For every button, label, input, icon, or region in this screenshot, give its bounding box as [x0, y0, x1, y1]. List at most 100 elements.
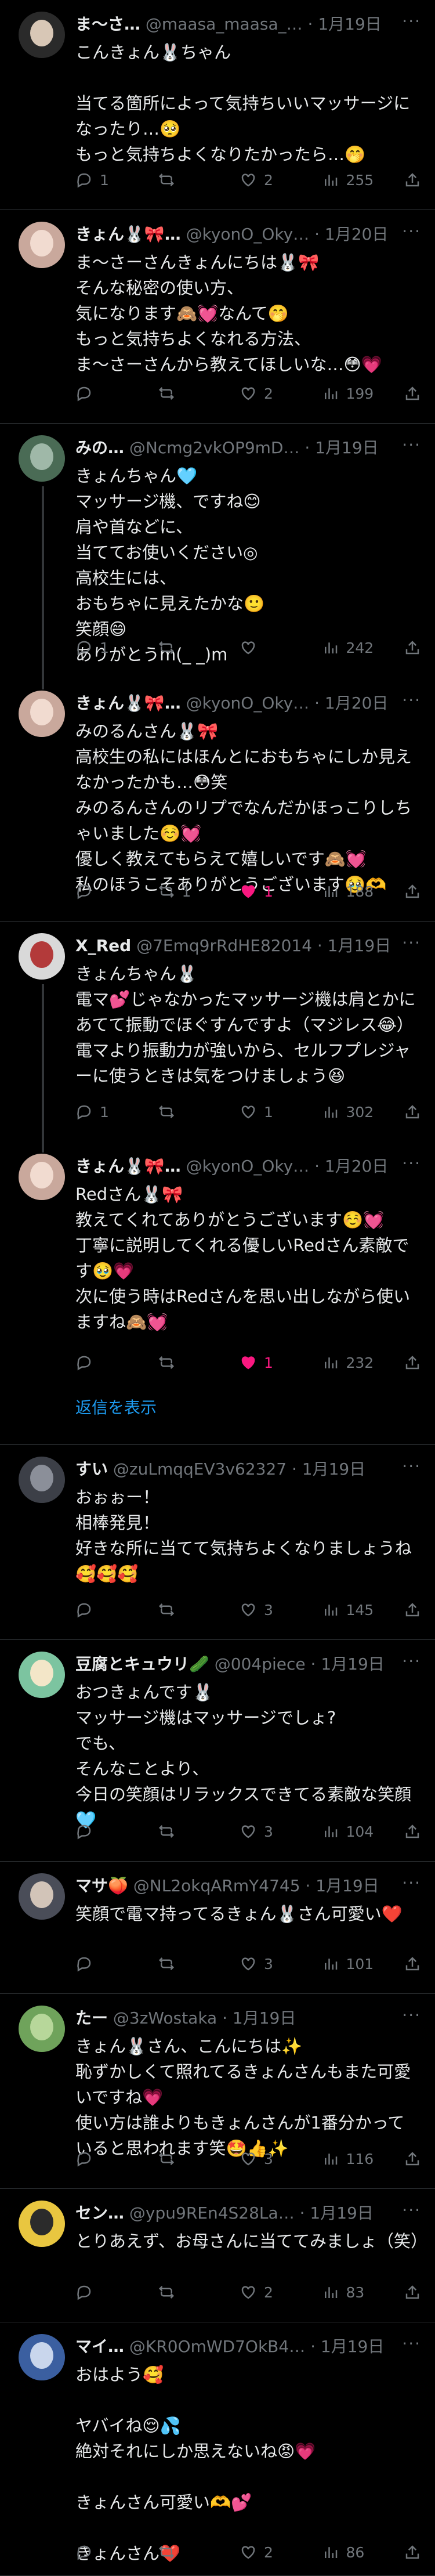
more-options-icon[interactable]: ··· — [402, 222, 421, 241]
share-button[interactable] — [404, 1601, 421, 1618]
avatar[interactable] — [19, 2334, 65, 2380]
post-date[interactable]: 1月19日 — [328, 936, 391, 955]
reply-button[interactable] — [75, 1354, 158, 1371]
retweet-button[interactable]: 1 — [158, 883, 240, 900]
more-options-icon[interactable]: ··· — [402, 691, 421, 710]
reply-tweet[interactable]: マサ🍑 @NL2okqARmY4745 · 1月19日 ··· 笑顔で電マ持ってるき… — [0, 1862, 435, 1994]
display-name[interactable]: きょん🐰🎀… — [75, 1157, 181, 1176]
avatar[interactable] — [19, 435, 65, 482]
share-button[interactable] — [404, 1354, 421, 1371]
user-handle[interactable]: @3zWostaka — [113, 2008, 217, 2028]
like-button[interactable]: 2 — [240, 2544, 322, 2561]
user-handle[interactable]: @maasa_maasa_… — [146, 15, 303, 34]
views-button[interactable]: 83 — [322, 2284, 404, 2301]
like-button[interactable]: 1 — [240, 883, 322, 900]
like-button[interactable]: 3 — [240, 1955, 322, 1972]
user-handle[interactable]: @kyonO_Oky… — [186, 225, 310, 244]
reply-button[interactable] — [75, 2150, 158, 2167]
reply-button[interactable] — [75, 2284, 158, 2301]
display-name[interactable]: ま〜さ… — [75, 15, 140, 34]
reply-tweet[interactable]: 豆腐とキュウリ🥒 @004piece · 1月19日 ··· おつきょんです🐰 マッ… — [0, 1640, 435, 1862]
more-options-icon[interactable]: ··· — [402, 2006, 421, 2025]
more-options-icon[interactable]: ··· — [402, 1873, 421, 1892]
reply-button[interactable] — [75, 385, 158, 402]
retweet-button[interactable] — [158, 171, 240, 189]
more-options-icon[interactable]: ··· — [402, 1457, 421, 1476]
post-date[interactable]: 1月19日 — [318, 15, 381, 34]
reply-button[interactable] — [75, 883, 158, 900]
retweet-button[interactable] — [158, 1955, 240, 1972]
show-replies-link[interactable]: 返信を表示 — [75, 1395, 157, 1418]
avatar[interactable] — [19, 691, 65, 737]
more-options-icon[interactable]: ··· — [402, 2334, 421, 2353]
reply-button[interactable]: 1 — [75, 639, 158, 656]
avatar[interactable] — [19, 1873, 65, 1920]
views-button[interactable]: 255 — [322, 171, 404, 189]
user-handle[interactable]: @KR0OmWD7OkB4… — [129, 2337, 305, 2356]
avatar[interactable] — [19, 1457, 65, 1503]
display-name[interactable]: きょん🐰🎀… — [75, 693, 181, 713]
share-button[interactable] — [404, 2284, 421, 2301]
display-name[interactable]: 豆腐とキュウリ🥒 — [75, 1654, 209, 1674]
avatar[interactable] — [19, 1652, 65, 1698]
like-button[interactable]: 2 — [240, 2284, 322, 2301]
views-button[interactable]: 242 — [322, 639, 404, 656]
share-button[interactable] — [404, 883, 421, 900]
post-date[interactable]: 1月19日 — [302, 1459, 365, 1479]
retweet-button[interactable] — [158, 385, 240, 402]
display-name[interactable]: すい — [75, 1459, 108, 1479]
views-button[interactable]: 145 — [322, 1601, 404, 1618]
display-name[interactable]: マイ… — [75, 2337, 124, 2356]
more-options-icon[interactable]: ··· — [402, 2201, 421, 2220]
display-name[interactable]: きょん🐰🎀… — [75, 225, 181, 244]
reply-tweet[interactable]: みの… @Ncmg2vkOP9mD… · 1月19日 ··· きょんちゃん🩵 マッサ… — [0, 424, 435, 689]
share-button[interactable] — [404, 2150, 421, 2167]
display-name[interactable]: たー — [75, 2008, 108, 2028]
like-button[interactable]: 1 — [240, 1354, 322, 1371]
post-date[interactable]: 1月19日 — [315, 438, 378, 457]
reply-tweet[interactable]: セン… @ypu9REn4S28La… · 1月19日 ··· とりあえず、お母さん… — [0, 2189, 435, 2322]
post-date[interactable]: 1月20日 — [325, 1157, 388, 1176]
like-button[interactable]: 3 — [240, 2150, 322, 2167]
like-button[interactable] — [240, 639, 322, 656]
reply-button[interactable]: 1 — [75, 1103, 158, 1121]
like-button[interactable]: 3 — [240, 1823, 322, 1840]
user-handle[interactable]: @Ncmg2vkOP9mD… — [129, 438, 300, 457]
reply-tweet[interactable]: きょん🐰🎀… @kyonO_Oky… · 1月20日 ··· Redさん🐰🎀 教えて… — [0, 1142, 435, 1445]
views-button[interactable]: 116 — [322, 2150, 404, 2167]
views-button[interactable]: 302 — [322, 1103, 404, 1121]
reply-tweet[interactable]: X_Red @7Emq9rRdHE82014 · 1月19日 ··· きょんちゃん🐰… — [0, 922, 435, 1152]
more-options-icon[interactable]: ··· — [402, 1154, 421, 1173]
reply-button[interactable] — [75, 1955, 158, 1972]
post-date[interactable]: 1月20日 — [325, 693, 388, 713]
post-date[interactable]: 1月19日 — [310, 2203, 373, 2223]
reply-tweet[interactable]: すい @zuLmqqEV3v62327 · 1月19日 ··· おぉぉー！ 相棒発見… — [0, 1445, 435, 1640]
post-date[interactable]: 1月19日 — [321, 1654, 384, 1674]
display-name[interactable]: X_Red — [75, 936, 131, 955]
reply-button[interactable]: 1 — [75, 171, 158, 189]
more-options-icon[interactable]: ··· — [402, 1652, 421, 1671]
views-button[interactable]: 101 — [322, 1955, 404, 1972]
post-date[interactable]: 1月19日 — [321, 2337, 384, 2356]
views-button[interactable]: 199 — [322, 385, 404, 402]
retweet-button[interactable] — [158, 1601, 240, 1618]
user-handle[interactable]: @004piece — [215, 1654, 306, 1674]
like-button[interactable]: 1 — [240, 1103, 322, 1121]
like-button[interactable]: 2 — [240, 385, 322, 402]
reply-tweet[interactable]: ま〜さ… @maasa_maasa_… · 1月19日 ··· こんきょん🐰ちゃん … — [0, 0, 435, 210]
more-options-icon[interactable]: ··· — [402, 933, 421, 952]
views-button[interactable]: 188 — [322, 883, 404, 900]
user-handle[interactable]: @kyonO_Oky… — [186, 693, 310, 713]
views-button[interactable]: 104 — [322, 1823, 404, 1840]
retweet-button[interactable] — [158, 1823, 240, 1840]
reply-button[interactable] — [75, 1601, 158, 1618]
retweet-button[interactable] — [158, 1354, 240, 1371]
reply-tweet[interactable]: きょん🐰🎀… @kyonO_Oky… · 1月20日 ··· みのるんさん🐰🎀 高校… — [0, 679, 435, 922]
avatar[interactable] — [19, 2006, 65, 2052]
views-button[interactable]: 86 — [322, 2544, 404, 2561]
post-date[interactable]: 1月20日 — [325, 225, 388, 244]
display-name[interactable]: みの… — [75, 438, 124, 457]
retweet-button[interactable] — [158, 1103, 240, 1121]
like-button[interactable]: 3 — [240, 1601, 322, 1618]
reply-button[interactable] — [75, 1823, 158, 1840]
